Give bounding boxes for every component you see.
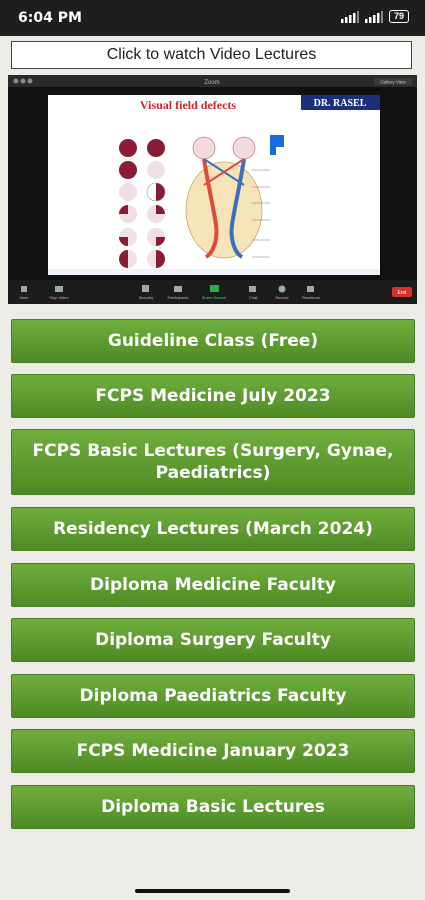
- signal-icon-2: [364, 10, 383, 23]
- menu-button-diploma-paediatrics[interactable]: Diploma Paediatrics Faculty: [11, 674, 415, 718]
- status-icons: 79: [340, 10, 409, 23]
- toolbar-record: Record: [276, 295, 289, 300]
- menu-button-diploma-medicine[interactable]: Diploma Medicine Faculty: [11, 563, 415, 607]
- toolbar-mute: Mute: [20, 295, 30, 300]
- signal-icon: [340, 10, 359, 23]
- status-time: 6:04 PM: [18, 10, 82, 26]
- home-gesture-handle[interactable]: [135, 889, 290, 893]
- slide-title: Visual field defects: [140, 98, 237, 112]
- toolbar-end: End: [398, 290, 407, 296]
- toolbar-chat: Chat: [249, 295, 258, 300]
- zoom-screenshot: Zoom Gallery View Visual field defects D…: [8, 75, 417, 304]
- menu-button-diploma-surgery[interactable]: Diploma Surgery Faculty: [11, 618, 415, 662]
- toolbar-participants: Participants: [168, 295, 189, 300]
- battery-icon: 79: [388, 10, 409, 23]
- menu-button-residency-lectures[interactable]: Residency Lectures (March 2024): [11, 507, 415, 551]
- status-bar: 6:04 PM 79: [0, 0, 425, 36]
- toolbar-share-screen: Share Screen: [202, 295, 226, 300]
- toolbar-security: Security: [139, 295, 153, 300]
- menu-button-fcps-medicine-january-2023[interactable]: FCPS Medicine January 2023: [11, 729, 415, 773]
- zoom-title: Zoom: [204, 80, 219, 86]
- menu-button-fcps-basic-lectures[interactable]: FCPS Basic Lectures (Surgery, Gynae, Pae…: [11, 429, 415, 495]
- gallery-view-label: Gallery View: [380, 80, 406, 85]
- presenter-name: DR. RASEL: [314, 98, 367, 109]
- toolbar-reactions: Reactions: [302, 295, 320, 300]
- watch-video-lectures-button[interactable]: Click to watch Video Lectures: [11, 41, 412, 69]
- toolbar-stop-video: Stop Video: [49, 295, 69, 300]
- menu-button-guideline-class[interactable]: Guideline Class (Free): [11, 319, 415, 363]
- menu-button-fcps-medicine-july-2023[interactable]: FCPS Medicine July 2023: [11, 374, 415, 418]
- menu-button-diploma-basic-lectures[interactable]: Diploma Basic Lectures: [11, 785, 415, 829]
- video-thumbnail[interactable]: Zoom Gallery View Visual field defects D…: [8, 75, 417, 304]
